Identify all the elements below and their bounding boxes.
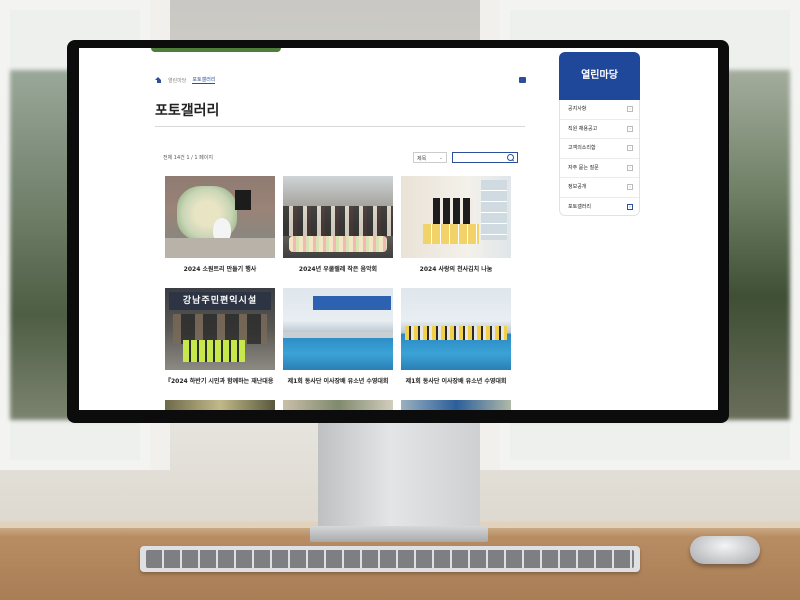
title-divider — [155, 126, 525, 127]
home-icon[interactable] — [155, 77, 162, 83]
thumbnail-sign: 강남주민편익시설 — [169, 292, 271, 310]
keyboard — [140, 546, 640, 572]
chevron-right-icon: › — [627, 203, 633, 210]
breadcrumb-current[interactable]: 포토갤러리 — [192, 76, 216, 84]
gallery-card[interactable] — [165, 400, 275, 410]
gallery-card[interactable]: 제1회 동사단 이사장배 유소년 수영대회 — [401, 288, 511, 385]
search-input[interactable] — [453, 162, 507, 172]
print-icon[interactable] — [519, 77, 526, 83]
gallery-card[interactable] — [283, 400, 393, 410]
gallery-thumbnail[interactable] — [401, 400, 511, 410]
chevron-right-icon: › — [627, 125, 633, 132]
gallery-thumbnail[interactable] — [401, 288, 511, 370]
search-field-select[interactable]: 제목 ⌄ — [413, 152, 447, 163]
gallery-card[interactable]: 제1회 동사단 이사장배 유소년 수영대회 — [283, 288, 393, 385]
header-decoration — [151, 48, 281, 52]
breadcrumb: 열린마당 포토갤러리 — [155, 76, 216, 84]
chevron-right-icon: › — [627, 106, 633, 112]
chevron-down-icon: ⌄ — [438, 155, 443, 161]
page-title: 포토갤러리 — [155, 103, 220, 119]
breadcrumb-parent[interactable]: 열린마당 — [168, 77, 186, 84]
side-menu-title: 열린마당 — [559, 52, 640, 100]
gallery-caption[interactable]: 2024년 우쿨렐레 작은 음악회 — [283, 264, 393, 273]
side-menu-label: 자주 묻는 질문 — [568, 164, 599, 171]
side-menu-item-disclosure[interactable]: 정보공개 › — [560, 178, 639, 198]
side-menu-item-photo-gallery[interactable]: 포토갤러리 › — [560, 198, 639, 217]
gallery-card[interactable]: 2024 소원트리 만들기 행사 — [165, 176, 275, 273]
gallery-card[interactable]: 2024 사랑의 천사김치 나눔 — [401, 176, 511, 273]
gallery-caption[interactable]: 제1회 동사단 이사장배 유소년 수영대회 — [401, 376, 511, 385]
search-icon[interactable] — [507, 154, 514, 161]
result-count: 전체 14건 1 / 1 페이지 — [163, 155, 213, 161]
side-menu: 공지사항 › 직원 채용공고 › 고객의소리함 › 자주 묻는 질문 › 정보공… — [559, 100, 640, 216]
side-menu-item-faq[interactable]: 자주 묻는 질문 › — [560, 159, 639, 178]
gallery-thumbnail[interactable] — [401, 176, 511, 258]
monitor-stand-base — [310, 526, 488, 542]
side-menu-item-recruit[interactable]: 직원 채용공고 › — [560, 120, 639, 139]
chevron-right-icon: › — [627, 164, 633, 171]
side-menu-label: 고객의소리함 — [568, 145, 596, 151]
gallery-thumbnail[interactable] — [165, 400, 275, 410]
side-menu-label: 포토갤러리 — [568, 203, 592, 210]
mouse — [690, 536, 760, 564]
side-menu-item-notice[interactable]: 공지사항 › — [560, 100, 639, 120]
gallery-card[interactable]: 강남주민편익시설 『2024 하반기 시민과 함께하는 재난대응 안전... — [165, 288, 275, 385]
gallery-thumbnail[interactable] — [283, 176, 393, 258]
gallery-thumbnail[interactable] — [283, 288, 393, 370]
gallery-card[interactable]: 2024년 우쿨렐레 작은 음악회 — [283, 176, 393, 273]
side-menu-item-voice[interactable]: 고객의소리함 › — [560, 139, 639, 159]
gallery-caption[interactable]: 『2024 하반기 시민과 함께하는 재난대응 안전... — [165, 376, 275, 385]
gallery-thumbnail[interactable] — [283, 400, 393, 410]
gallery-thumbnail[interactable] — [165, 176, 275, 258]
side-menu-label: 직원 채용공고 — [568, 125, 598, 132]
gallery-caption[interactable]: 2024 사랑의 천사김치 나눔 — [401, 264, 511, 273]
monitor-stand — [318, 420, 480, 532]
side-menu-label: 공지사항 — [568, 106, 587, 112]
gallery-card[interactable] — [401, 400, 511, 410]
chevron-right-icon: › — [627, 184, 633, 190]
gallery-caption[interactable]: 제1회 동사단 이사장배 유소년 수영대회 — [283, 376, 393, 385]
gallery-thumbnail[interactable]: 강남주민편익시설 — [165, 288, 275, 370]
search-field-selected: 제목 — [417, 156, 427, 162]
chevron-right-icon: › — [627, 145, 633, 151]
search-box[interactable] — [452, 152, 518, 172]
gallery-caption[interactable]: 2024 소원트리 만들기 행사 — [165, 264, 275, 273]
side-menu-label: 정보공개 — [568, 184, 587, 190]
monitor-screen: 열린마당 포토갤러리 포토갤러리 전체 14건 1 / 1 페이지 제목 ⌄ 2… — [79, 48, 718, 410]
